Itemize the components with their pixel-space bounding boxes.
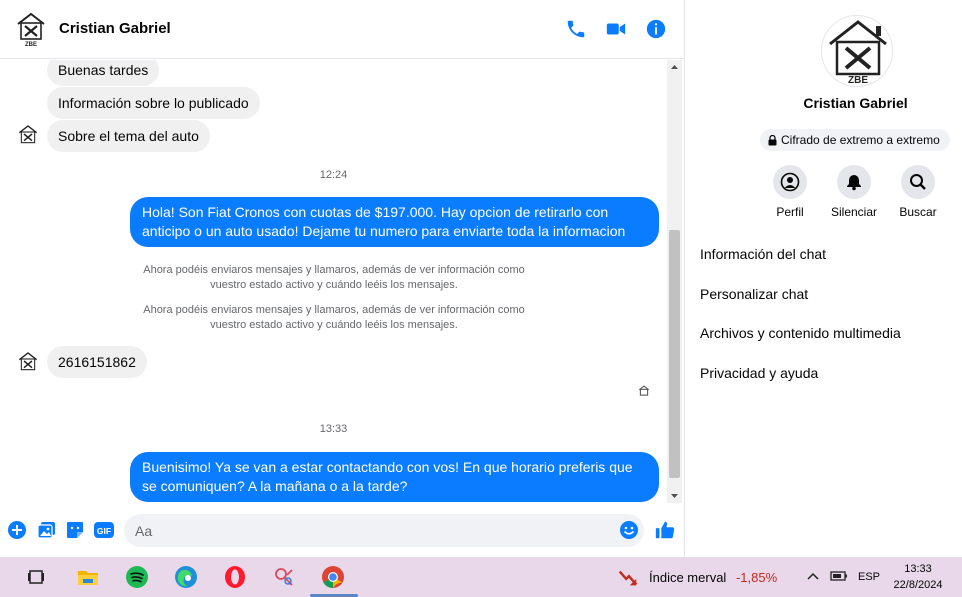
emoji-icon[interactable] — [619, 520, 639, 540]
chat-header: ZBE Cristian Gabriel — [0, 0, 684, 59]
mute-button[interactable]: Silenciar — [819, 165, 889, 219]
profile-icon — [780, 172, 800, 192]
lock-icon — [768, 134, 777, 145]
chat-panel: ZBE Cristian Gabriel Buenas tardes Infor… — [0, 0, 685, 557]
chevron-up-icon[interactable] — [805, 568, 821, 584]
sticker-icon[interactable] — [65, 520, 85, 540]
avatar-logo-text: ZBE — [25, 42, 37, 47]
chat-info-panel: ZBE Cristian Gabriel Cifrado de extremo … — [685, 0, 962, 557]
message-input[interactable] — [124, 514, 644, 547]
edge-icon[interactable] — [174, 565, 198, 589]
profile-button[interactable]: Perfil — [755, 165, 825, 219]
profile-label: Perfil — [776, 205, 804, 219]
menu-files-media[interactable]: Archivos y contenido multimedia — [700, 325, 901, 341]
spotify-icon[interactable] — [125, 565, 149, 589]
market-label: Índice merval — [649, 570, 727, 585]
market-down-icon[interactable] — [617, 567, 639, 589]
brand-logo-icon: ZBE — [829, 20, 887, 86]
screen: ZBE Cristian Gabriel Buenas tardes Infor… — [0, 0, 962, 597]
message-timestamp: 12:24 — [319, 169, 348, 181]
battery-icon[interactable] — [830, 568, 848, 584]
opera-icon[interactable] — [223, 565, 247, 589]
menu-chat-info[interactable]: Información del chat — [700, 246, 826, 262]
taskbar: Índice merval -1,85% ESP 13:33 22/8/2024 — [0, 557, 962, 597]
bell-icon — [847, 175, 861, 191]
clock-time: 13:33 — [904, 563, 932, 575]
message-incoming[interactable]: Sobre el tema del auto — [47, 120, 210, 152]
photo-icon[interactable] — [37, 520, 57, 540]
menu-privacy-help[interactable]: Privacidad y ayuda — [700, 365, 818, 381]
profile-name: Cristian Gabriel — [803, 95, 908, 111]
gif-icon[interactable]: GIF — [94, 520, 114, 540]
message-incoming[interactable]: Buenas tardes — [47, 60, 160, 86]
scroll-down-arrow-icon[interactable] — [667, 488, 682, 503]
video-camera-icon[interactable] — [605, 18, 627, 40]
menu-customize-chat[interactable]: Personalizar chat — [700, 286, 808, 302]
market-widget[interactable]: Índice merval -1,85% — [649, 570, 777, 585]
clock-date: 22/8/2024 — [893, 579, 943, 591]
system-clock[interactable]: 13:33 22/8/2024 — [888, 561, 948, 593]
encryption-badge[interactable]: Cifrado de extremo a extremo — [760, 129, 950, 151]
message-outgoing[interactable]: Buenisimo! Ya se van a estar contactando… — [130, 452, 659, 502]
thumbs-up-icon[interactable] — [654, 519, 676, 541]
seen-avatar-icon — [638, 385, 650, 396]
message-timestamp: 13:33 — [319, 423, 348, 435]
search-button[interactable]: Buscar — [883, 165, 953, 219]
message-incoming[interactable]: 2616151862 — [47, 346, 147, 378]
app-icon[interactable] — [272, 565, 296, 589]
file-explorer-icon[interactable] — [76, 565, 100, 589]
gif-label: GIF — [97, 526, 111, 536]
sender-avatar[interactable] — [17, 351, 39, 375]
plus-circle-icon[interactable] — [7, 520, 27, 540]
message-composer: GIF — [0, 503, 684, 557]
message-incoming[interactable]: Información sobre lo publicado — [47, 87, 260, 119]
encryption-label: Cifrado de extremo a extremo — [781, 133, 940, 147]
scrollbar-thumb[interactable] — [669, 230, 680, 478]
language-indicator[interactable]: ESP — [858, 571, 880, 583]
scroll-up-arrow-icon[interactable] — [667, 60, 682, 75]
task-view-icon[interactable] — [25, 565, 49, 589]
message-list[interactable]: Buenas tardes Información sobre lo publi… — [0, 60, 667, 503]
contact-name[interactable]: Cristian Gabriel — [59, 20, 171, 37]
contact-avatar[interactable]: ZBE — [15, 11, 47, 47]
market-change: -1,85% — [735, 570, 778, 585]
message-outgoing[interactable]: Hola! Son Fiat Cronos con cuotas de $197… — [130, 197, 659, 247]
message-scrollbar[interactable] — [667, 60, 682, 503]
profile-avatar[interactable]: ZBE — [821, 15, 893, 87]
sender-avatar[interactable] — [17, 124, 39, 148]
system-notice: Ahora podéis enviaros mensajes y llamaro… — [143, 264, 525, 291]
profile-logo-text: ZBE — [848, 75, 868, 86]
info-icon[interactable] — [645, 18, 667, 40]
system-notice: Ahora podéis enviaros mensajes y llamaro… — [143, 304, 525, 331]
mute-label: Silenciar — [830, 205, 878, 219]
search-icon — [910, 174, 926, 190]
chrome-icon[interactable] — [321, 565, 345, 589]
phone-icon[interactable] — [565, 18, 587, 40]
search-label: Buscar — [899, 205, 937, 219]
